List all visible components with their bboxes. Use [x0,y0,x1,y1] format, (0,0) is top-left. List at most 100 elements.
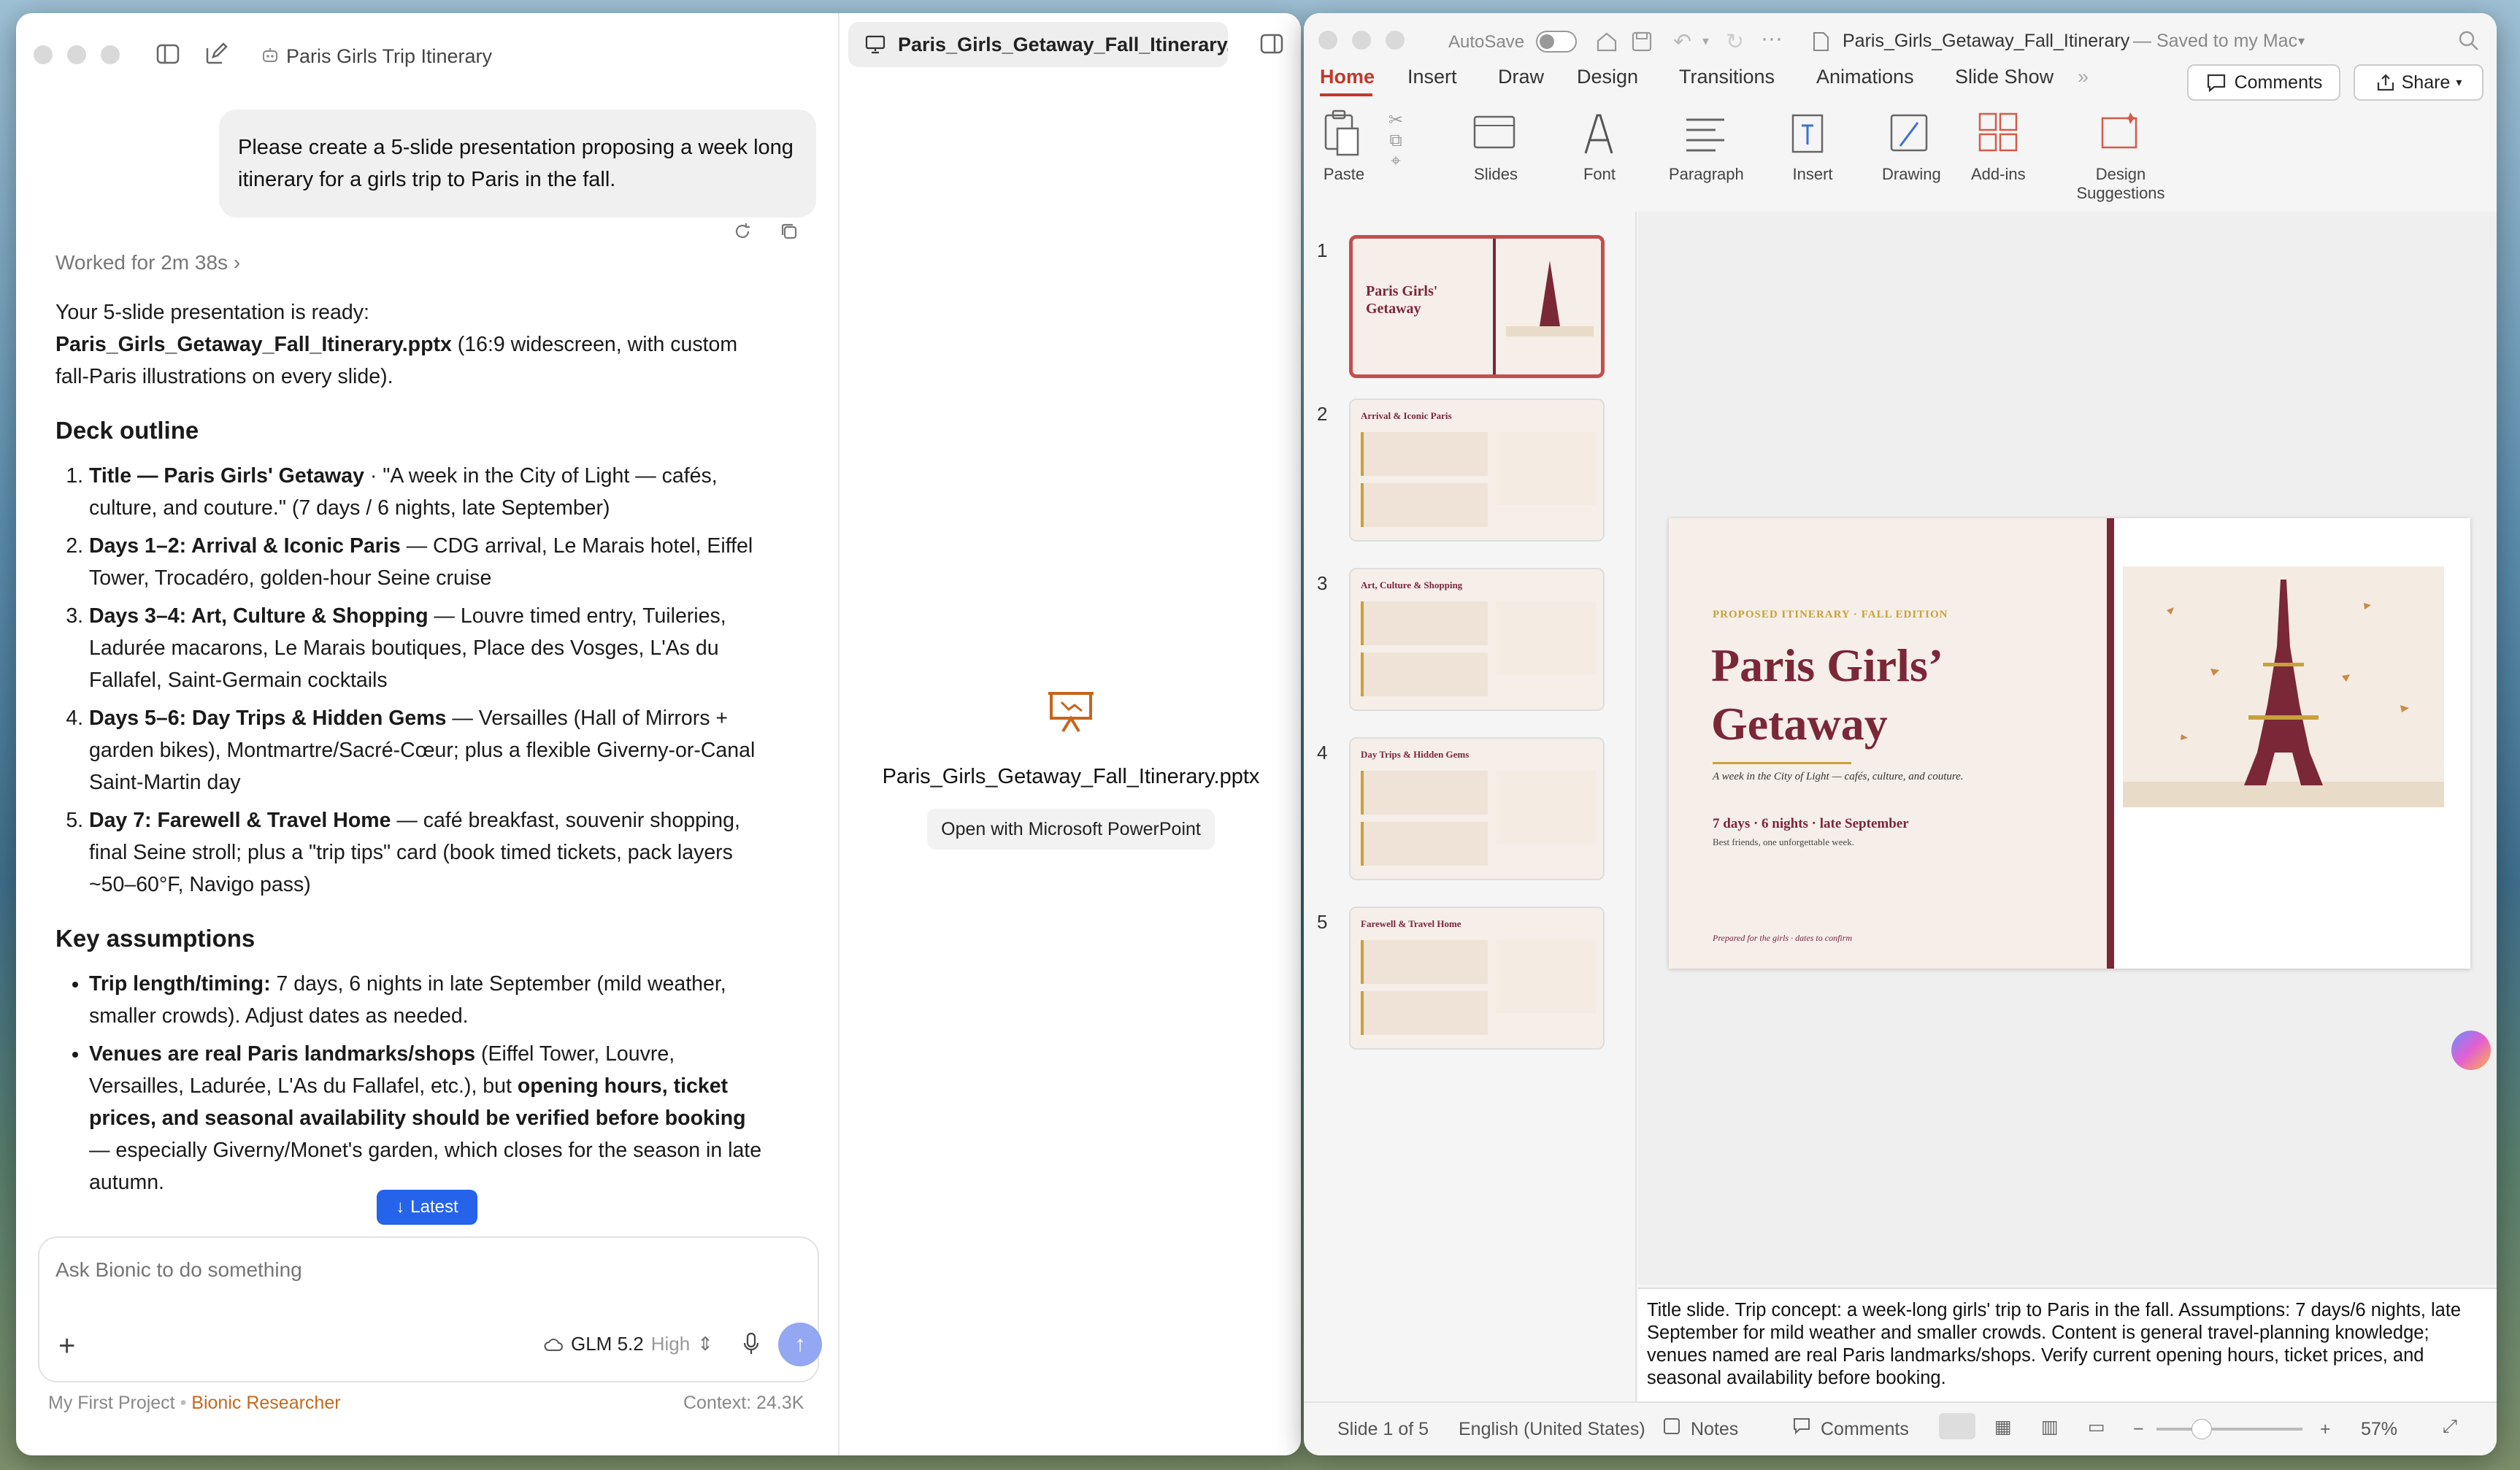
slide-tagline: Best friends, one unforgettable week. [1713,836,1854,847]
add-attachment-icon[interactable]: + [58,1331,75,1361]
design-suggestions-group[interactable]: Design Suggestions [2073,108,2168,203]
zoom-out-icon[interactable]: − [2133,1419,2144,1440]
font-group[interactable]: Font [1574,108,1625,184]
comments-button[interactable]: Comments [2187,64,2340,101]
document-title[interactable]: Paris_Girls_Getaway_Fall_Itinerary [1843,31,2129,52]
thumbnail-slide-5[interactable]: Farewell & Travel Home [1349,907,1605,1050]
user-message: Please create a 5-slide presentation pro… [219,109,816,218]
latest-button[interactable]: ↓ Latest [377,1190,477,1225]
minimize-window-button[interactable] [1352,31,1371,50]
project-label[interactable]: My First Project • Bionic Researcher [48,1393,341,1414]
ribbon-area: AutoSave ↶ ▾ ↻ ··· Paris_Girls_Getaway_F… [1304,13,2497,203]
thumb-number: 3 [1317,572,1328,594]
minimize-window-button[interactable] [67,45,86,64]
thumbnail-slide-2[interactable]: Arrival & Iconic Paris [1349,399,1605,542]
copilot-icon[interactable] [2451,1031,2491,1070]
language-indicator[interactable]: English (United States) [1459,1419,1645,1440]
list-item: Days 3–4: Art, Culture & Shopping — Louv… [89,600,771,696]
model-selector[interactable]: GLM 5.2 High ⇕ [543,1333,713,1355]
retry-icon[interactable] [731,220,753,242]
intro-paragraph: Your 5-slide presentation is ready: Paris… [55,301,738,388]
more-tabs-icon[interactable]: » [2078,66,2089,88]
thumbnail-slide-1[interactable]: Paris Girls' Getaway [1349,235,1605,378]
tab-home[interactable]: Home [1320,66,1375,88]
copy-icon[interactable]: ⧉ [1389,131,1402,151]
chat-input-box: + GLM 5.2 High ⇕ ↑ [38,1236,822,1382]
eiffel-tower-illustration [2123,566,2444,807]
thumbnail-slide-3[interactable]: Art, Culture & Shopping [1349,568,1605,711]
paragraph-group[interactable]: Paragraph [1669,108,1744,184]
comments-toggle[interactable]: Comments [1821,1419,1909,1440]
home-icon[interactable] [1594,29,1619,54]
share-button[interactable]: Share ▾ [2354,64,2483,101]
slideshow-icon[interactable]: ▭ [2088,1416,2105,1438]
zoom-window-button[interactable] [1386,31,1405,50]
tab-design[interactable]: Design [1577,66,1638,88]
undo-icon[interactable]: ↶ [1673,29,1691,55]
new-chat-icon[interactable] [203,41,229,67]
worked-for-toggle[interactable]: Worked for 2m 38s › [55,247,771,279]
insert-group[interactable]: Insert [1787,108,1838,184]
save-icon[interactable] [1629,29,1654,54]
slide-kicker: PROPOSED ITINERARY · FALL EDITION [1713,609,1948,620]
sidebar-toggle-icon[interactable] [155,41,181,67]
chat-panel: Paris Girls Trip Itinerary Please create… [16,13,840,1455]
chevron-down-icon[interactable]: ▾ [1702,34,1709,49]
list-item: Days 1–2: Arrival & Iconic Paris — CDG a… [89,530,771,594]
file-tab[interactable]: Paris_Girls_Getaway_Fall_Itinerary... [848,22,1228,67]
fit-slide-icon[interactable]: ⤢ [2443,1416,2457,1437]
speaker-notes[interactable]: Title slide. Trip concept: a week-long g… [1638,1288,2497,1401]
chat-input[interactable] [55,1254,785,1286]
zoom-window-button[interactable] [101,45,120,64]
panel-toggle-icon[interactable] [1259,31,1285,57]
send-button[interactable]: ↑ [778,1323,822,1366]
arrow-up-icon: ↑ [794,1332,806,1356]
bionic-window: Paris Girls Trip Itinerary Please create… [16,13,1301,1455]
tab-transitions[interactable]: Transitions [1679,66,1775,88]
slides-group[interactable]: Slides [1469,108,1523,184]
slide-divider [2107,518,2114,969]
paragraph-label: Paragraph [1669,165,1744,183]
add-ins-group[interactable]: Add-ins [1971,108,2026,184]
share-icon [2375,72,2396,93]
thumb-title: Art, Culture & Shopping [1361,580,1463,590]
format-painter-icon[interactable]: ⌖ [1391,151,1401,172]
powerpoint-window: AutoSave ↶ ▾ ↻ ··· Paris_Girls_Getaway_F… [1304,13,2497,1455]
tab-animations[interactable]: Animations [1816,66,1914,88]
close-window-button[interactable] [34,45,53,64]
zoom-in-icon[interactable]: + [2320,1419,2331,1440]
thumb-number: 1 [1317,239,1328,261]
normal-view-icon[interactable] [1939,1413,1975,1439]
slide-sorter-icon[interactable]: ▦ [1994,1416,2012,1438]
drawing-label: Drawing [1882,165,1941,183]
notes-toggle[interactable]: Notes [1691,1419,1738,1440]
cut-icon[interactable]: ✂ [1388,109,1403,131]
notes-icon[interactable] [1662,1416,1682,1436]
presentation-icon [864,34,886,55]
drawing-group[interactable]: Drawing [1882,108,1941,184]
current-slide[interactable]: PROPOSED ITINERARY · FALL EDITION Paris … [1669,518,2470,969]
open-with-powerpoint-button[interactable]: Open with Microsoft PowerPoint [927,809,1215,850]
arrow-down-icon: ↓ [396,1197,405,1217]
close-window-button[interactable] [1318,31,1337,50]
copy-icon[interactable] [778,220,800,242]
microphone-icon[interactable] [742,1331,761,1358]
assumptions-list: Trip length/timing: 7 days, 6 nights in … [55,968,771,1198]
paste-group[interactable]: Paste [1318,108,1370,184]
more-icon[interactable]: ··· [1761,26,1783,51]
slide-stats: 7 days · 6 nights · late September [1713,816,1909,831]
search-icon[interactable] [2457,29,2481,53]
assumptions-heading: Key assumptions [55,925,256,952]
zoom-level[interactable]: 57% [2361,1419,2397,1440]
chevron-down-icon: ▾ [2298,34,2305,48]
autosave-toggle[interactable] [1536,31,1577,53]
tab-draw[interactable]: Draw [1498,66,1544,88]
comment-icon[interactable] [1791,1416,1812,1436]
thumbnail-slide-4[interactable]: Day Trips & Hidden Gems [1349,737,1605,880]
outline-heading: Deck outline [55,417,199,444]
reading-view-icon[interactable]: ▥ [2041,1416,2059,1438]
zoom-slider[interactable] [2156,1419,2302,1439]
tab-slide-show[interactable]: Slide Show [1955,66,2054,88]
redo-icon[interactable]: ↻ [1726,29,1744,55]
tab-insert[interactable]: Insert [1407,66,1457,88]
